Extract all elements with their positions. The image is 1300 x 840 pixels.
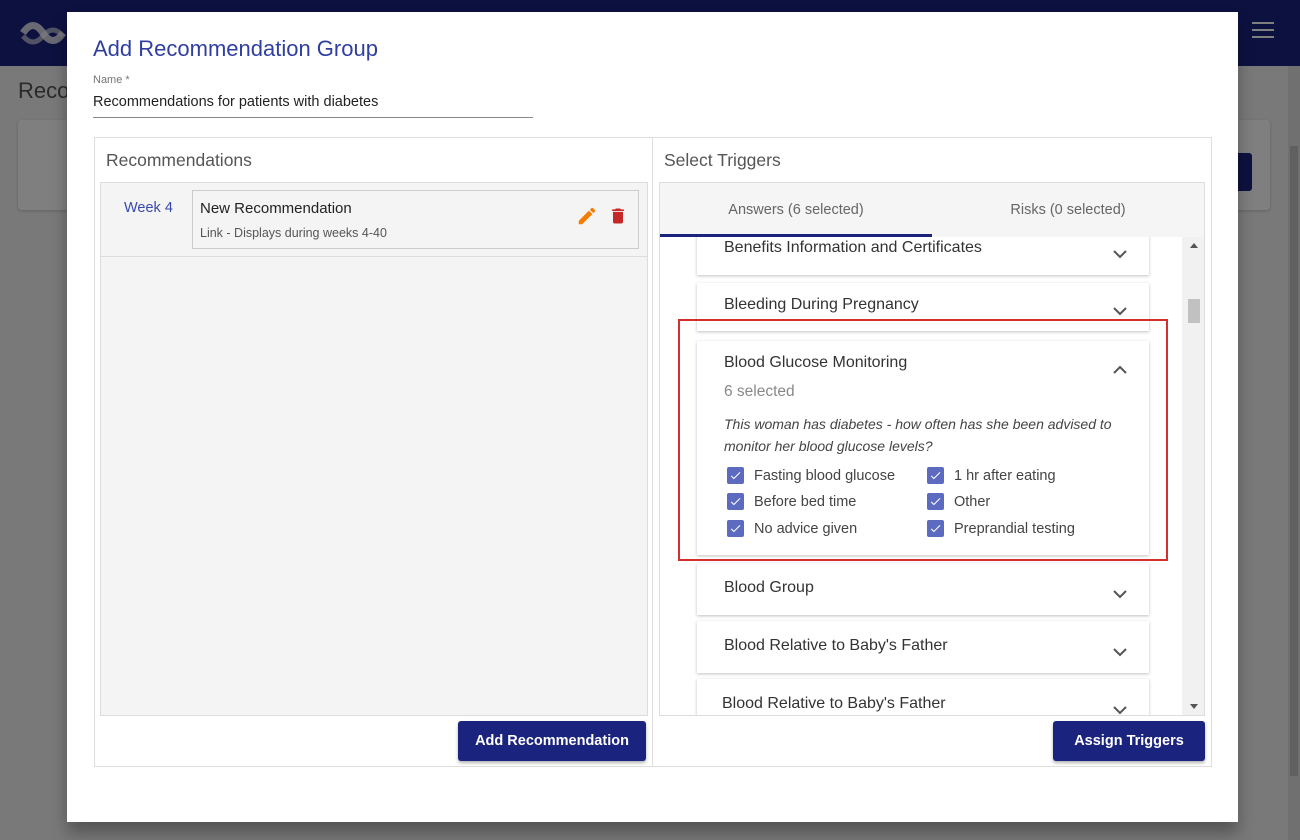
triggers-box: Answers (6 selected) Risks (0 selected) … bbox=[659, 182, 1205, 716]
accordion-title: Benefits Information and Certificates bbox=[724, 239, 982, 256]
name-field-label: Name * bbox=[93, 74, 130, 86]
option-label: Other bbox=[954, 493, 991, 510]
option-1hr[interactable]: 1 hr after eating bbox=[927, 467, 1056, 484]
tab-answers[interactable]: Answers (6 selected) bbox=[660, 183, 932, 237]
accordion-title: Blood Relative to Baby's Father bbox=[724, 637, 948, 654]
accordion-bleeding[interactable]: Bleeding During Pregnancy bbox=[697, 283, 1149, 331]
option-fasting[interactable]: Fasting blood glucose bbox=[727, 467, 895, 484]
trash-icon[interactable] bbox=[608, 205, 628, 227]
option-other[interactable]: Other bbox=[927, 493, 990, 510]
checkbox-checked-icon[interactable] bbox=[927, 493, 944, 510]
checkbox-checked-icon[interactable] bbox=[727, 520, 744, 537]
scroll-down-arrow-icon[interactable] bbox=[1190, 704, 1198, 709]
option-before-bed[interactable]: Before bed time bbox=[727, 493, 856, 510]
answers-accordion: Benefits Information and Certificates Bl… bbox=[660, 237, 1182, 715]
recommendation-card[interactable]: New Recommendation Link - Displays durin… bbox=[192, 190, 639, 249]
recommendations-title: Recommendations bbox=[106, 150, 252, 170]
accordion-benefits[interactable]: Benefits Information and Certificates bbox=[697, 237, 1149, 275]
triggers-scrollbar[interactable] bbox=[1182, 237, 1204, 715]
option-label: Before bed time bbox=[754, 493, 857, 510]
chevron-down-icon bbox=[1113, 307, 1127, 316]
scroll-up-arrow-icon[interactable] bbox=[1190, 243, 1198, 248]
option-label: 1 hr after eating bbox=[954, 467, 1056, 484]
assign-triggers-button[interactable]: Assign Triggers bbox=[1053, 721, 1205, 761]
checkbox-checked-icon[interactable] bbox=[727, 493, 744, 510]
option-label: No advice given bbox=[754, 520, 858, 537]
option-label: Preprandial testing bbox=[954, 520, 1075, 537]
option-no-advice[interactable]: No advice given bbox=[727, 520, 857, 537]
recommendations-panel: Recommendations Week 4 New Recommendatio… bbox=[94, 137, 653, 767]
triggers-tabs: Answers (6 selected) Risks (0 selected) bbox=[660, 183, 1204, 237]
accordion-blood-relative-2[interactable]: Blood Relative to Baby's Father bbox=[697, 679, 1149, 715]
tab-risks[interactable]: Risks (0 selected) bbox=[932, 183, 1204, 237]
add-recommendation-group-dialog: Add Recommendation Group Name * Recommen… bbox=[67, 12, 1238, 822]
accordion-subtitle: 6 selected bbox=[724, 383, 795, 400]
accordion-blood-relative[interactable]: Blood Relative to Baby's Father bbox=[697, 621, 1149, 673]
accordion-title: Bleeding During Pregnancy bbox=[724, 296, 919, 313]
accordion-blood-group[interactable]: Blood Group bbox=[697, 563, 1149, 615]
recommendation-week: Week 4 bbox=[124, 200, 173, 216]
chevron-down-icon bbox=[1113, 250, 1127, 259]
accordion-blood-glucose: Blood Glucose Monitoring 6 selected This… bbox=[697, 341, 1149, 555]
triggers-title: Select Triggers bbox=[664, 150, 781, 170]
accordion-title: Blood Group bbox=[724, 579, 814, 596]
accordion-title[interactable]: Blood Glucose Monitoring bbox=[724, 354, 907, 372]
recommendation-name: New Recommendation bbox=[200, 200, 352, 217]
question-text: This woman has diabetes - how often has … bbox=[724, 416, 1112, 454]
scrollbar-thumb[interactable] bbox=[1188, 299, 1200, 323]
pencil-icon[interactable] bbox=[576, 205, 598, 227]
add-recommendation-button[interactable]: Add Recommendation bbox=[458, 721, 646, 761]
option-preprandial[interactable]: Preprandial testing bbox=[927, 520, 1075, 537]
chevron-down-icon bbox=[1113, 648, 1127, 657]
checkbox-checked-icon[interactable] bbox=[927, 467, 944, 484]
checkbox-checked-icon[interactable] bbox=[927, 520, 944, 537]
chevron-down-icon bbox=[1113, 706, 1127, 715]
chevron-down-icon bbox=[1113, 590, 1127, 599]
dialog-title: Add Recommendation Group bbox=[93, 36, 378, 61]
name-input[interactable]: Recommendations for patients with diabet… bbox=[93, 92, 533, 118]
chevron-up-icon[interactable] bbox=[1113, 365, 1127, 375]
checkbox-checked-icon[interactable] bbox=[727, 467, 744, 484]
option-label: Fasting blood glucose bbox=[754, 467, 896, 484]
triggers-panel: Select Triggers Answers (6 selected) Ris… bbox=[652, 137, 1212, 767]
list-item: Week 4 New Recommendation Link - Display… bbox=[101, 183, 647, 257]
accordion-title: Blood Relative to Baby's Father bbox=[722, 695, 946, 712]
recommendations-list: Week 4 New Recommendation Link - Display… bbox=[100, 182, 648, 716]
recommendation-subtitle: Link - Displays during weeks 4-40 bbox=[200, 226, 387, 240]
